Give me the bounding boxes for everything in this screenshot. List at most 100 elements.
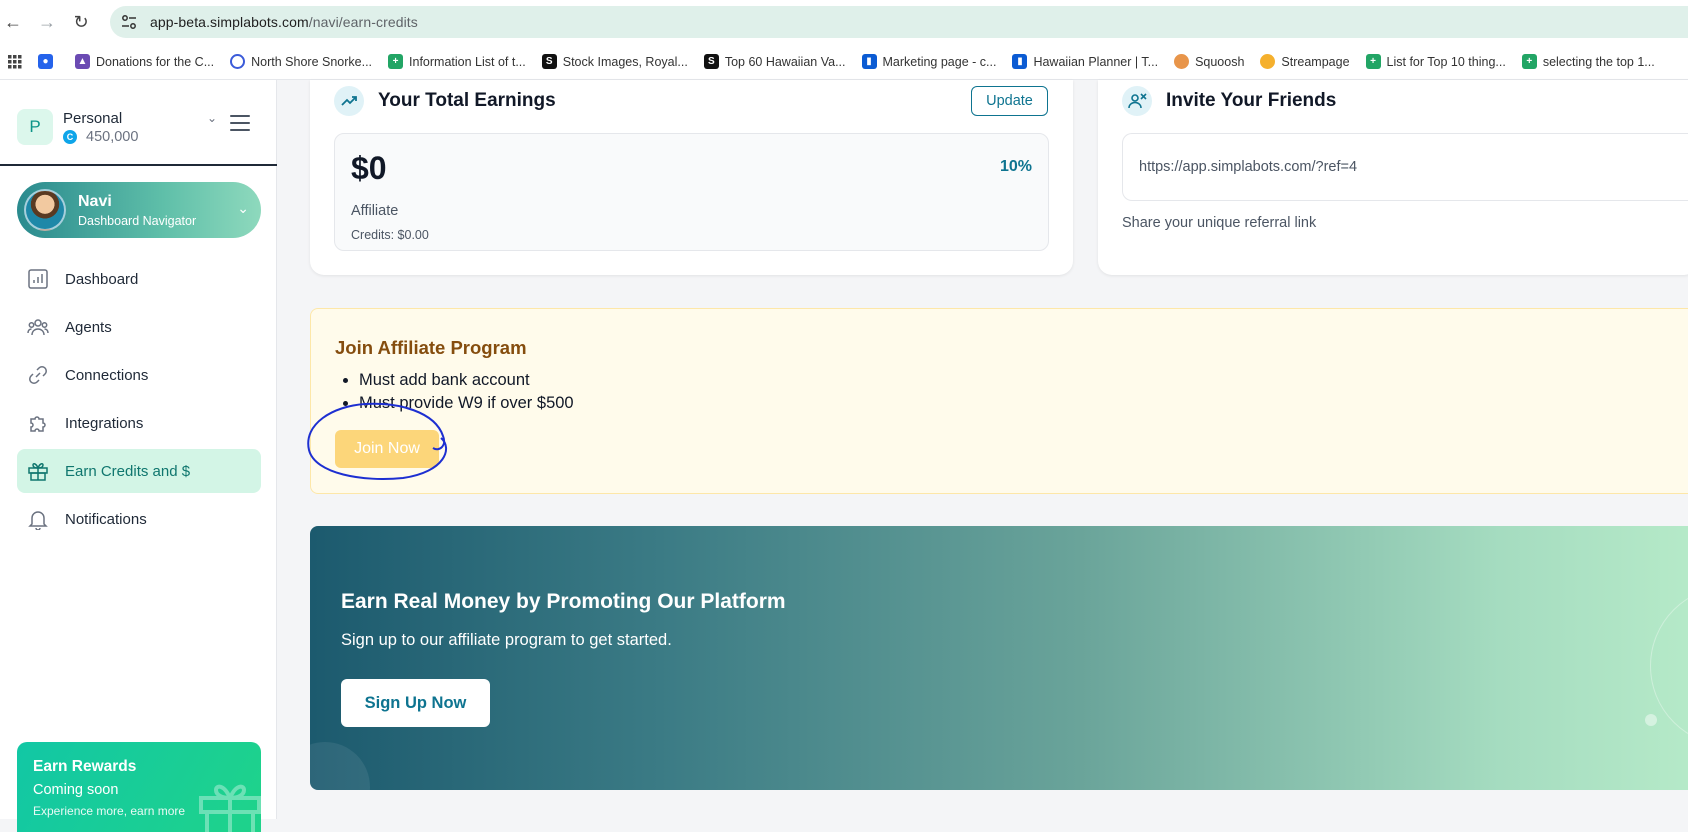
sign-up-now-button[interactable]: Sign Up Now bbox=[341, 679, 490, 727]
bookmark-item[interactable]: North Shore Snorke... bbox=[230, 54, 372, 69]
reload-icon[interactable]: ↻ bbox=[70, 11, 92, 33]
sheets-icon: + bbox=[388, 54, 404, 69]
sidebar-item-label: Dashboard bbox=[65, 270, 139, 288]
divider bbox=[0, 164, 277, 166]
sidebar-item-integrations[interactable]: Integrations bbox=[17, 401, 261, 445]
rewards-title: Earn Rewards bbox=[33, 758, 137, 775]
sidebar: P Personal C 450,000 ⌄ Navi Dashboard Na… bbox=[0, 80, 277, 832]
agent-role: Dashboard Navigator bbox=[78, 213, 197, 228]
referral-link-field[interactable]: https://app.simplabots.com/?ref=4 bbox=[1122, 133, 1688, 201]
earnings-amount: $0 bbox=[351, 150, 387, 186]
requirement-item: Must provide W9 if over $500 bbox=[359, 394, 574, 413]
sidebar-item-notifications[interactable]: Notifications bbox=[17, 497, 261, 541]
bookmark-item[interactable]: + Information List of t... bbox=[388, 54, 526, 69]
sidebar-menu: Dashboard Agents Connections Integration… bbox=[17, 257, 261, 545]
earnings-type: Affiliate bbox=[351, 203, 399, 219]
decorative-blob bbox=[310, 742, 370, 790]
bookmark-blue[interactable]: ● bbox=[38, 54, 59, 69]
promo-title: Earn Real Money by Promoting Our Platfor… bbox=[341, 590, 786, 613]
bookmark-item[interactable]: + List for Top 10 thing... bbox=[1365, 54, 1506, 69]
bookmark-label: Donations for the C... bbox=[96, 54, 215, 69]
address-bar[interactable]: app-beta.simplabots.com/navi/earn-credit… bbox=[110, 6, 1688, 38]
bookmark-label: List for Top 10 thing... bbox=[1386, 54, 1506, 69]
commission-percent: 10% bbox=[999, 158, 1032, 175]
apps-grid-icon[interactable] bbox=[8, 54, 22, 69]
credits-value: 450,000 bbox=[86, 128, 139, 145]
blue-square-icon: ● bbox=[38, 54, 53, 69]
chart-icon bbox=[28, 269, 48, 289]
earnings-credits: Credits: $0.00 bbox=[351, 228, 429, 242]
browser-toolbar: ← → ↻ app-beta.simplabots.com/navi/earn-… bbox=[0, 0, 1688, 44]
link-icon bbox=[29, 366, 47, 384]
squoosh-icon bbox=[1174, 54, 1190, 69]
bookmark-label: Information List of t... bbox=[409, 54, 526, 69]
bookmark-label: Squoosh bbox=[1195, 54, 1245, 69]
bookmark-item[interactable]: Squoosh bbox=[1174, 54, 1244, 69]
bookmark-item[interactable]: ▮ Hawaiian Planner | T... bbox=[1012, 54, 1158, 69]
sidebar-item-label: Notifications bbox=[65, 510, 147, 528]
account-info: Personal C 450,000 bbox=[63, 110, 138, 145]
sidebar-item-agents[interactable]: Agents bbox=[17, 305, 261, 349]
invite-title: Invite Your Friends bbox=[1166, 90, 1337, 111]
total-earnings-card: Your Total Earnings Update $0 10% Affili… bbox=[310, 80, 1073, 275]
sheets-icon: + bbox=[1521, 54, 1537, 69]
puzzle-icon bbox=[30, 416, 46, 432]
agent-selector[interactable]: Navi Dashboard Navigator ⌄ bbox=[17, 182, 261, 238]
invite-friends-card: Invite Your Friends https://app.simplabo… bbox=[1098, 80, 1688, 275]
site-settings-icon[interactable] bbox=[120, 13, 138, 31]
bookmark-item[interactable]: ▲ Donations for the C... bbox=[75, 54, 214, 69]
trello-icon: ▮ bbox=[1012, 54, 1028, 69]
affiliate-requirements: Must add bank account Must provide W9 if… bbox=[359, 371, 574, 417]
agent-avatar bbox=[24, 189, 66, 231]
requirement-item: Must add bank account bbox=[359, 371, 574, 390]
chevron-down-icon[interactable]: ⌄ bbox=[237, 200, 249, 217]
trello-icon: ▮ bbox=[861, 54, 877, 69]
sidebar-item-connections[interactable]: Connections bbox=[17, 353, 261, 397]
sidebar-item-label: Integrations bbox=[65, 414, 144, 432]
agent-info: Navi Dashboard Navigator bbox=[78, 193, 196, 228]
url-text: app-beta.simplabots.com/navi/earn-credit… bbox=[150, 14, 418, 30]
account-credits: C 450,000 bbox=[63, 129, 138, 145]
sidebar-item-label: Agents bbox=[65, 318, 112, 336]
url-host: app-beta.simplabots.com bbox=[150, 14, 309, 30]
agent-name: Navi bbox=[78, 192, 112, 210]
bell-icon bbox=[28, 511, 48, 530]
affiliate-program-panel: Join Affiliate Program Must add bank acc… bbox=[310, 308, 1688, 494]
promo-subtitle: Sign up to our affiliate program to get … bbox=[341, 631, 672, 649]
bookmark-item[interactable]: Streampage bbox=[1260, 54, 1350, 69]
bookmark-label: selecting the top 1... bbox=[1542, 54, 1655, 69]
back-arrow-icon[interactable]: ← bbox=[2, 11, 24, 33]
url-path: /navi/earn-credits bbox=[308, 14, 418, 30]
earnings-title: Your Total Earnings bbox=[378, 90, 556, 111]
donate-icon: ▲ bbox=[75, 54, 90, 69]
sheets-icon: + bbox=[1365, 54, 1381, 69]
stock-icon: S bbox=[541, 54, 557, 69]
update-button[interactable]: Update bbox=[971, 86, 1048, 116]
account-switcher[interactable]: P Personal C 450,000 ⌄ bbox=[17, 107, 257, 147]
account-avatar: P bbox=[17, 109, 53, 145]
gift-icon bbox=[28, 463, 48, 481]
stock-icon: S bbox=[703, 54, 719, 69]
users-icon bbox=[27, 319, 49, 336]
forward-arrow-icon[interactable]: → bbox=[36, 11, 58, 33]
bookmark-label: Marketing page - c... bbox=[882, 54, 997, 69]
referral-hint: Share your unique referral link bbox=[1122, 215, 1317, 231]
globe-icon bbox=[230, 54, 246, 69]
join-now-button[interactable]: Join Now bbox=[335, 430, 439, 468]
bookmark-label: North Shore Snorke... bbox=[251, 54, 373, 69]
promo-banner: Earn Real Money by Promoting Our Platfor… bbox=[310, 526, 1688, 790]
bookmark-item[interactable]: ▮ Marketing page - c... bbox=[861, 54, 997, 69]
credit-coin-icon: C bbox=[63, 129, 77, 144]
streampage-icon bbox=[1260, 54, 1276, 69]
sidebar-item-label: Connections bbox=[65, 366, 149, 384]
bookmark-item[interactable]: S Top 60 Hawaiian Va... bbox=[703, 54, 846, 69]
bookmark-label: Stock Images, Royal... bbox=[562, 54, 688, 69]
hamburger-menu-icon[interactable] bbox=[230, 115, 250, 136]
bookmark-item[interactable]: S Stock Images, Royal... bbox=[541, 54, 688, 69]
affiliate-title: Join Affiliate Program bbox=[335, 337, 527, 358]
sidebar-item-earn-credits[interactable]: Earn Credits and $ bbox=[17, 449, 261, 493]
bookmark-label: Top 60 Hawaiian Va... bbox=[724, 54, 846, 69]
chevron-down-icon[interactable]: ⌄ bbox=[207, 111, 217, 125]
sidebar-item-dashboard[interactable]: Dashboard bbox=[17, 257, 261, 301]
bookmark-item[interactable]: + selecting the top 1... bbox=[1521, 54, 1655, 69]
